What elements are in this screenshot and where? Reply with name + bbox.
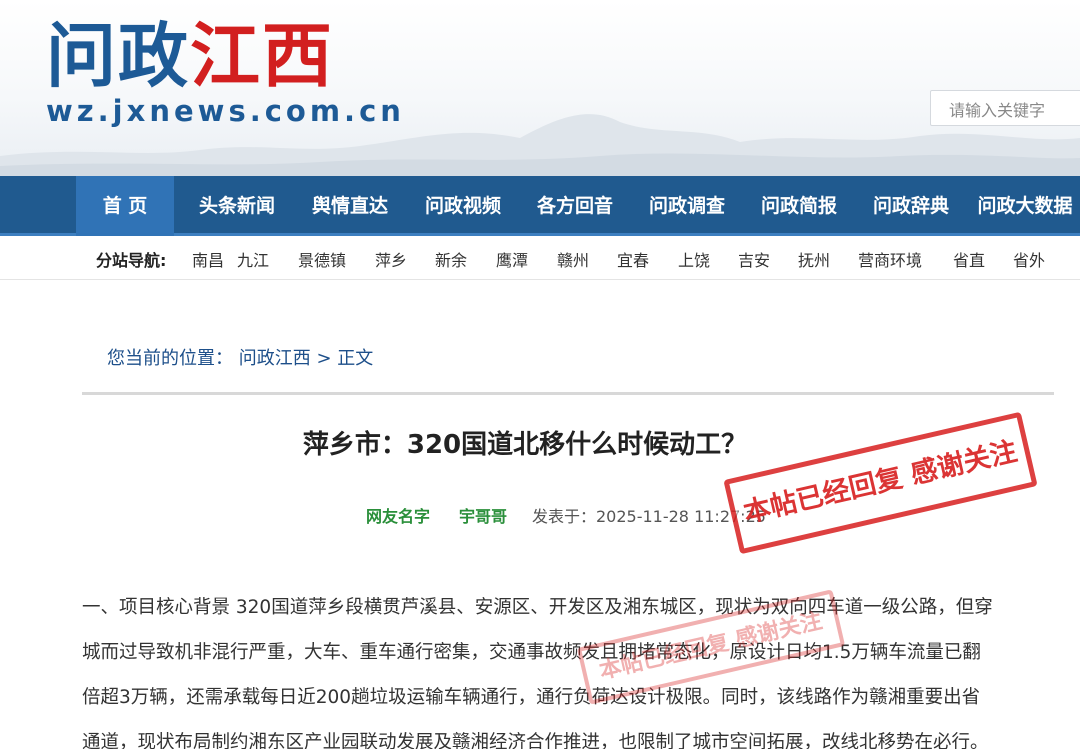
article-line: 一、项目核心背景 320国道萍乡段横贯芦溪县、安源区、开发区及湘东城区，现状为双…	[82, 597, 993, 618]
logo-text-red: 江西	[190, 14, 334, 97]
subnav-item-fuzhou[interactable]: 抚州	[798, 247, 830, 271]
breadcrumb: 您当前的位置： 问政江西 > 正文	[107, 344, 373, 370]
article-line: 倍超3万辆，还需承载每日近200趟垃圾运输车辆通行，通行负荷达设计极限。同时，该…	[82, 687, 981, 708]
breadcrumb-site-link[interactable]: 问政江西	[239, 348, 311, 369]
nav-item-video[interactable]: 问政视频	[412, 176, 514, 236]
subnav-item-yichun[interactable]: 宜春	[617, 247, 649, 271]
nav-item-bigdata[interactable]: 问政大数据	[970, 176, 1080, 236]
author-name[interactable]: 宇哥哥	[459, 503, 507, 527]
content-divider	[82, 392, 1054, 395]
logo-url: wz.jxnews.com.cn	[46, 94, 405, 128]
subnav-item-out-of-province[interactable]: 省外	[1013, 247, 1045, 271]
nav-item-responses[interactable]: 各方回音	[524, 176, 626, 236]
breadcrumb-label: 您当前的位置：	[107, 348, 233, 369]
main-nav: 首 页 头条新闻 舆情直达 问政视频 各方回音 问政调查 问政简报 问政辞典 问…	[0, 176, 1080, 236]
subnav-item-ganzhou[interactable]: 赣州	[557, 247, 589, 271]
substation-nav: 分站导航: 南昌 九江 景德镇 萍乡 新余 鹰潭 赣州 宜春 上饶 吉安 抚州 …	[0, 236, 1080, 280]
search-input[interactable]: 请输入关键字	[930, 90, 1080, 126]
site-header: 问政江西 wz.jxnews.com.cn 请输入关键字	[0, 0, 1080, 176]
breadcrumb-current: 正文	[337, 348, 374, 369]
subnav-item-xinyu[interactable]: 新余	[435, 247, 467, 271]
breadcrumb-separator: >	[316, 348, 332, 369]
logo-text-blue: 问政	[46, 14, 190, 97]
article-line: 通道，现状布局制约湘东区产业园联动发展及赣湘经济合作推进，也限制了城市空间拓展，…	[82, 732, 989, 749]
subnav-item-provincial[interactable]: 省直	[953, 247, 985, 271]
author-label: 网友名字	[366, 507, 431, 526]
subnav-item-jingdezhen[interactable]: 景德镇	[298, 247, 346, 271]
article-body: 一、项目核心背景 320国道萍乡段横贯芦溪县、安源区、开发区及湘东城区，现状为双…	[82, 585, 1042, 749]
nav-item-dictionary[interactable]: 问政辞典	[860, 176, 962, 236]
subnav-item-shangrao[interactable]: 上饶	[678, 247, 710, 271]
nav-item-headlines[interactable]: 头条新闻	[186, 176, 288, 236]
article-line: 城而过导致机非混行严重，大车、重车通行密集，交通事故频发且拥堵常态化，原设计日均…	[82, 642, 981, 663]
nav-item-survey[interactable]: 问政调查	[636, 176, 738, 236]
nav-item-sentiment[interactable]: 舆情直达	[299, 176, 401, 236]
nav-item-home[interactable]: 首 页	[76, 176, 174, 236]
subnav-item-yingtan[interactable]: 鹰潭	[496, 247, 528, 271]
subnav-item-pingxiang[interactable]: 萍乡	[375, 247, 407, 271]
subnav-title: 分站导航:	[96, 251, 167, 270]
subnav-item-jiujiang[interactable]: 九江	[237, 247, 269, 271]
subnav-item-nanchang[interactable]: 南昌	[192, 247, 224, 271]
subnav-item-jian[interactable]: 吉安	[738, 247, 770, 271]
nav-item-briefing[interactable]: 问政简报	[748, 176, 850, 236]
subnav-item-business-env[interactable]: 营商环境	[858, 247, 922, 271]
site-logo[interactable]: 问政江西	[46, 14, 334, 98]
